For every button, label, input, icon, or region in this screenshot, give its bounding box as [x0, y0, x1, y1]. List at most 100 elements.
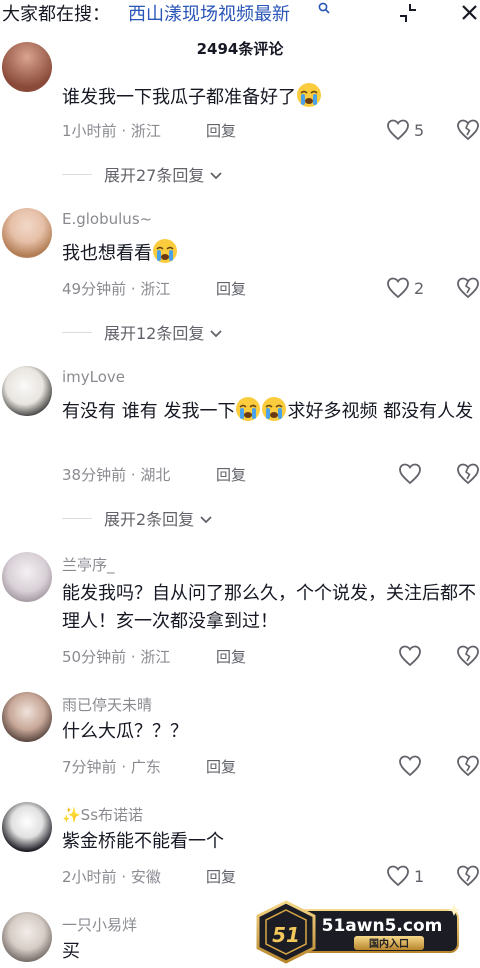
- comment-username[interactable]: 一只小易烊: [62, 914, 137, 935]
- chevron-down-icon: [210, 330, 223, 338]
- comment-text: 什么大瓜？？？: [62, 721, 188, 742]
- comment-time: 1小时前: [62, 122, 117, 140]
- watermark-site: 51awn5.com: [322, 916, 443, 936]
- divider-line: [62, 332, 92, 333]
- avatar[interactable]: [2, 366, 52, 416]
- comment-meta: 38分钟前 · 湖北: [62, 466, 171, 484]
- comment-time: 7分钟前: [62, 758, 117, 776]
- avatar[interactable]: [2, 552, 52, 602]
- comment-time: 50分钟前: [62, 648, 127, 666]
- watermark-logo-mark: 51: [272, 923, 300, 947]
- comment-username[interactable]: 雨已停天未晴: [62, 694, 152, 715]
- comment-meta: 7分钟前 · 广东: [62, 758, 161, 776]
- like-count: 2: [414, 279, 425, 298]
- comment-username[interactable]: ✨Ss布诺诺: [62, 804, 143, 825]
- like-count: 5: [414, 121, 425, 140]
- search-icon[interactable]: [318, 2, 330, 14]
- search-prefix: 大家都在搜：: [2, 4, 110, 25]
- comment-location: 浙江: [140, 648, 171, 666]
- comment-username[interactable]: E.globulus~: [62, 210, 152, 228]
- reply-button[interactable]: 回复: [206, 756, 236, 777]
- heart-icon: [387, 277, 409, 299]
- broken-heart-icon: [457, 645, 479, 667]
- comment-text: 有没有 谁有 发我一下 求好多视频 都没有人发: [62, 396, 480, 426]
- dislike-button[interactable]: [456, 754, 480, 780]
- divider-line: [62, 518, 92, 519]
- search-query-link[interactable]: 西山漾现场视频最新: [128, 0, 290, 26]
- reply-button[interactable]: 回复: [216, 464, 246, 485]
- reply-button[interactable]: 回复: [216, 646, 246, 667]
- comment-location: 湖北: [140, 466, 171, 484]
- reply-button[interactable]: 回复: [206, 120, 236, 141]
- like-button[interactable]: [398, 754, 444, 780]
- expand-replies-label: 展开27条回复: [104, 162, 223, 186]
- dislike-button[interactable]: [456, 276, 480, 302]
- like-button[interactable]: [398, 462, 444, 488]
- dislike-button[interactable]: [456, 462, 480, 488]
- expand-replies[interactable]: 展开12条回复: [62, 320, 262, 344]
- broken-heart-icon: [457, 865, 479, 887]
- close-button[interactable]: [456, 0, 480, 26]
- avatar[interactable]: [2, 912, 52, 962]
- chevron-down-icon: [210, 172, 223, 180]
- comment-time: 49分钟前: [62, 280, 127, 298]
- comment-meta: 2小时前 · 安徽: [62, 868, 161, 886]
- divider-line: [62, 174, 92, 175]
- comment-location: 浙江: [130, 122, 161, 140]
- expand-replies[interactable]: 展开2条回复: [62, 506, 262, 530]
- like-count: 1: [414, 867, 425, 886]
- reply-button[interactable]: 回复: [206, 866, 236, 887]
- comment-meta: 49分钟前 · 浙江: [62, 280, 171, 298]
- avatar[interactable]: [2, 42, 52, 92]
- watermark-badge: 51 51awn5.com 国内入口: [254, 900, 466, 964]
- comment-time: 2小时前: [62, 868, 117, 886]
- comment-item: imyLove 有没有 谁有 发我一下 求好多视频 都没有人发 38分钟前 · 湖…: [0, 366, 480, 536]
- expand-replies-label: 展开12条回复: [104, 320, 223, 344]
- like-button[interactable]: [398, 644, 444, 670]
- crying-emoji-icon: [153, 239, 177, 263]
- heart-icon: [387, 119, 409, 141]
- comment-text: 能发我吗？自从问了那么久，个个说发，关注后都不理人！亥一次都没拿到过！: [62, 583, 476, 632]
- expand-replies-label: 展开2条回复: [104, 506, 213, 530]
- broken-heart-icon: [457, 755, 479, 777]
- dislike-button[interactable]: [456, 864, 480, 890]
- close-icon: [462, 5, 477, 20]
- heart-icon: [387, 865, 409, 887]
- comment-text: 紫金桥能不能看一个: [62, 831, 224, 852]
- reply-button[interactable]: 回复: [216, 278, 246, 299]
- collapse-icon: [400, 4, 416, 22]
- crying-emoji-icon: [236, 397, 261, 421]
- dislike-button[interactable]: [456, 118, 480, 144]
- avatar[interactable]: [2, 692, 52, 742]
- avatar[interactable]: [2, 208, 52, 258]
- comment-location: 广东: [130, 758, 161, 776]
- chevron-down-icon: [200, 516, 212, 524]
- comment-username[interactable]: 兰亭序_: [62, 554, 115, 575]
- comment-time: 38分钟前: [62, 466, 127, 484]
- comment-item: 兰亭序_ 能发我吗？自从问了那么久，个个说发，关注后都不理人！亥一次都没拿到过！…: [0, 552, 480, 677]
- heart-icon: [399, 755, 421, 777]
- like-button[interactable]: 2: [386, 276, 432, 302]
- comment-location: 安徽: [130, 868, 161, 886]
- heart-icon: [399, 463, 421, 485]
- comment-text: 谁发我一下我瓜子都准备好了: [62, 82, 480, 112]
- comment-location: 浙江: [140, 280, 171, 298]
- watermark-logo: 51 51awn5.com 国内入口: [256, 900, 461, 964]
- broken-heart-icon: [457, 463, 479, 485]
- avatar[interactable]: [2, 802, 52, 852]
- comment-item: ✨Ss布诺诺 紫金桥能不能看一个 2小时前 · 安徽 回复 1: [0, 802, 480, 902]
- broken-heart-icon: [457, 277, 479, 299]
- expand-replies[interactable]: 展开27条回复: [62, 162, 262, 186]
- like-button[interactable]: 5: [386, 118, 432, 144]
- comment-item: 雨已停天未晴 什么大瓜？？？ 7分钟前 · 广东 回复: [0, 692, 480, 792]
- like-button[interactable]: 1: [386, 864, 432, 890]
- broken-heart-icon: [457, 119, 479, 141]
- crying-emoji-icon: [297, 83, 321, 107]
- dislike-button[interactable]: [456, 644, 480, 670]
- watermark-sub: 国内入口: [369, 937, 409, 950]
- collapse-button[interactable]: [393, 0, 423, 26]
- comment-username[interactable]: imyLove: [62, 368, 125, 386]
- crying-emoji-icon: [262, 397, 287, 421]
- heart-icon: [399, 645, 421, 667]
- comment-count-title: 2494条评论: [196, 40, 284, 58]
